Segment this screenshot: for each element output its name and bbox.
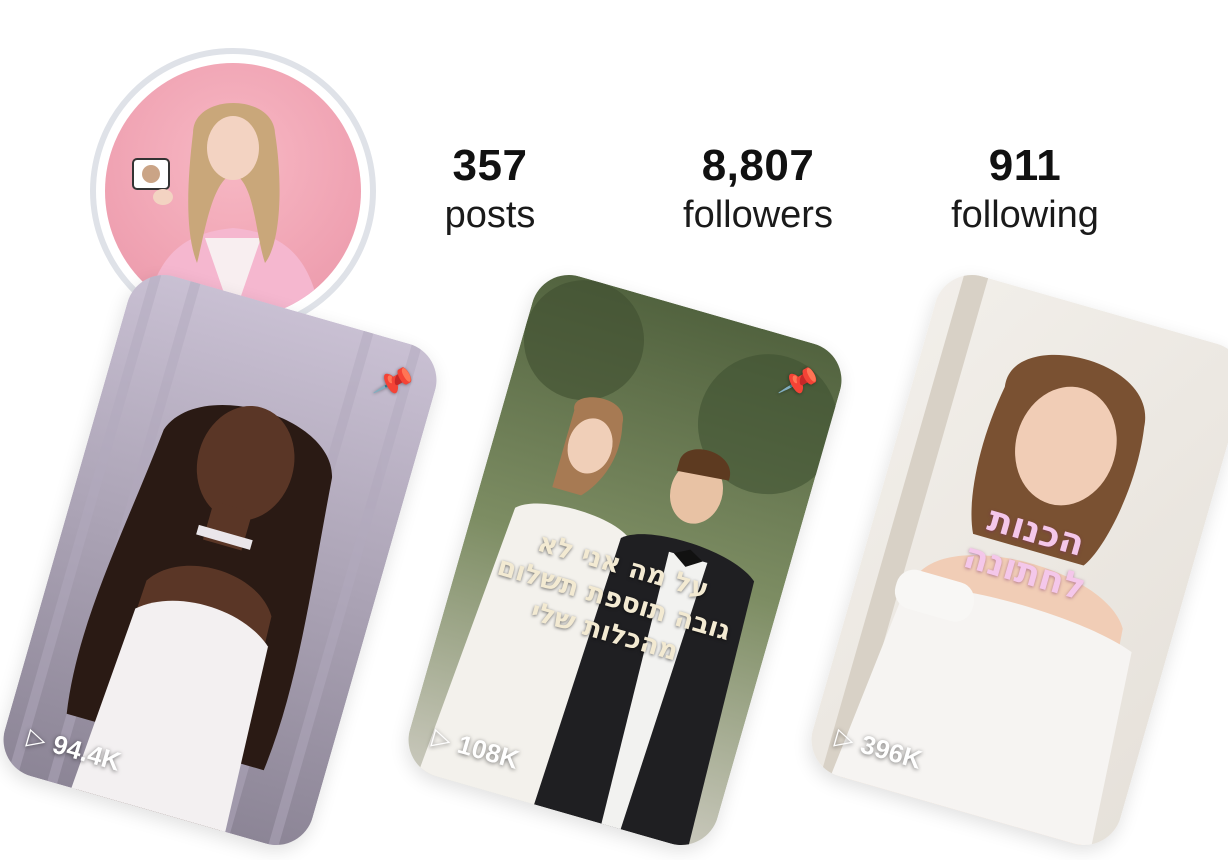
stat-followers[interactable]: 8,807 followers <box>660 140 856 238</box>
following-label: following <box>951 194 1099 236</box>
reel-1-thumbnail <box>0 265 446 855</box>
reel-card-3[interactable]: הכנות לחתונה ▷ 396K <box>802 265 1228 855</box>
followers-label: followers <box>683 194 833 236</box>
reel-card-2[interactable]: על מה אני לא גובה תוספת תשלום מהכלות שלי… <box>399 265 851 855</box>
followers-count: 8,807 <box>701 141 815 190</box>
stat-following[interactable]: 911 following <box>930 140 1120 238</box>
reel-card-1[interactable]: 📌 ▷ 94.4K <box>0 265 446 855</box>
posts-label: posts <box>444 194 536 236</box>
posts-count: 357 <box>452 141 528 190</box>
following-count: 911 <box>988 141 1062 190</box>
stat-posts[interactable]: 357 posts <box>420 140 560 238</box>
